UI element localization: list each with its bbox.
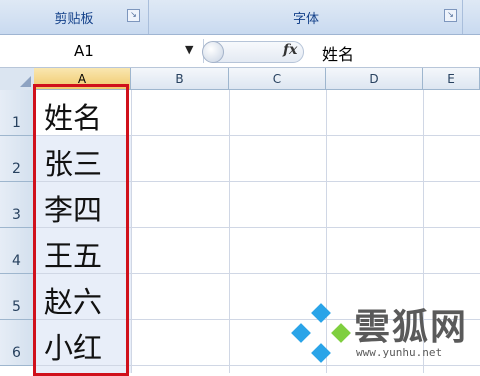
row-header-2[interactable]: 2 xyxy=(0,136,34,182)
watermark-text: 雲狐网 xyxy=(354,307,469,348)
grid-line xyxy=(34,273,480,274)
name-box[interactable]: A1 ▼ xyxy=(0,39,204,63)
ribbon: 剪贴板 ↘ 字体 ↘ xyxy=(0,0,480,35)
watermark-logo-icon xyxy=(291,303,351,363)
resize-knob-icon[interactable] xyxy=(202,41,224,63)
row-header-1[interactable]: 1 xyxy=(0,90,34,136)
row-header-6[interactable]: 6 xyxy=(0,320,34,366)
grid-line xyxy=(131,90,132,373)
clipboard-dialog-launcher-icon[interactable]: ↘ xyxy=(127,9,140,22)
font-group-label: 字体 xyxy=(292,11,319,27)
cell-a5[interactable]: 赵六 xyxy=(35,288,127,317)
grid-line xyxy=(34,135,480,136)
column-header-a[interactable]: A xyxy=(34,68,131,90)
formula-bar: A1 ▼ fx 姓名 xyxy=(0,35,480,68)
formula-input[interactable]: 姓名 xyxy=(322,41,354,65)
row-header-4[interactable]: 4 xyxy=(0,228,34,274)
cell-a2[interactable]: 张三 xyxy=(35,150,127,179)
watermark: 雲狐网 www.yunhu.net xyxy=(290,298,480,370)
column-header-c[interactable]: C xyxy=(229,68,326,90)
cell-a4[interactable]: 王五 xyxy=(35,242,127,271)
cell-a3[interactable]: 李四 xyxy=(35,196,127,225)
clipboard-group-label: 剪贴板 xyxy=(54,11,94,27)
row-header-5[interactable]: 5 xyxy=(0,274,34,320)
cell-a6[interactable]: 小红 xyxy=(35,334,127,363)
row-header-3[interactable]: 3 xyxy=(0,182,34,228)
clipboard-group: 剪贴板 ↘ xyxy=(0,0,149,34)
chevron-down-icon[interactable]: ▼ xyxy=(185,43,193,56)
font-dialog-launcher-icon[interactable]: ↘ xyxy=(444,9,457,22)
cell-a1[interactable]: 姓名 xyxy=(35,104,127,133)
watermark-url: www.yunhu.net xyxy=(356,346,443,359)
select-all-corner[interactable] xyxy=(0,68,35,91)
name-box-value: A1 xyxy=(74,42,94,60)
grid-line xyxy=(229,90,230,373)
grid-line xyxy=(34,227,480,228)
insert-function-icon[interactable]: fx xyxy=(283,42,297,58)
grid-line xyxy=(34,181,480,182)
column-header-b[interactable]: B xyxy=(131,68,229,90)
font-group: 字体 ↘ xyxy=(150,0,463,34)
column-header-e[interactable]: E xyxy=(423,68,480,90)
formula-bar-resize-handle[interactable]: fx xyxy=(202,41,304,63)
column-header-d[interactable]: D xyxy=(326,68,423,90)
